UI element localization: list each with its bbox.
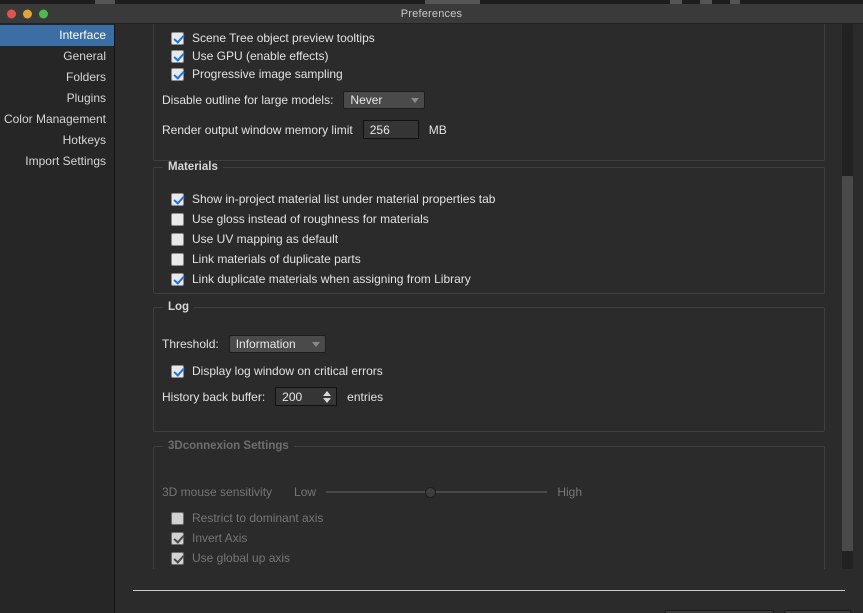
settings-content: Scene Tree object preview tooltips Use G… (115, 24, 863, 613)
slider-low-label: Low (294, 485, 317, 499)
traffic-lights[interactable] (7, 9, 48, 18)
sidebar-item-hotkeys[interactable]: Hotkeys (0, 130, 114, 151)
window-title: Preferences (400, 7, 463, 20)
footer-separator (133, 590, 845, 591)
sidebar: Interface General Folders Plugins Color … (0, 24, 115, 613)
outline-setting-label: Disable outline for large models: (162, 93, 334, 107)
checkbox-row-link-library-materials[interactable]: Link duplicate materials when assigning … (171, 272, 471, 286)
checkbox-label: Scene Tree object preview tooltips (192, 31, 375, 45)
checkbox-restrict-dominant-axis[interactable] (171, 511, 184, 525)
checkbox-scene-tree-tooltips[interactable] (171, 31, 184, 45)
checkbox-row-use-gpu[interactable]: Use GPU (enable effects) (171, 49, 329, 63)
sidebar-item-color-management[interactable]: Color Management (0, 109, 114, 130)
vertical-scrollbar[interactable] (842, 24, 853, 569)
checkbox-row-link-duplicate-parts[interactable]: Link materials of duplicate parts (171, 252, 361, 266)
log-threshold-row: Threshold: Information (162, 335, 326, 353)
title-bar: Preferences (0, 4, 863, 24)
sidebar-item-folders[interactable]: Folders (0, 67, 114, 88)
checkbox-row-use-global-up-axis[interactable]: Use global up axis (171, 551, 290, 565)
checkbox-row-invert-axis[interactable]: Invert Axis (171, 531, 247, 545)
history-buffer-label: History back buffer: (162, 389, 266, 404)
sidebar-item-general[interactable]: General (0, 46, 114, 67)
memory-limit-unit: MB (428, 122, 447, 137)
chevron-down-icon (311, 342, 320, 347)
outline-setting-dropdown[interactable]: Never (343, 91, 426, 109)
checkbox-label: Invert Axis (192, 531, 248, 545)
slider-handle[interactable] (424, 486, 436, 498)
log-threshold-dropdown[interactable]: Information (228, 335, 326, 353)
log-threshold-value: Information (235, 337, 296, 351)
sidebar-item-import-settings[interactable]: Import Settings (0, 151, 114, 172)
memory-limit-value: 256 (369, 122, 390, 137)
memory-limit-row: Render output window memory limit 256 MB (162, 120, 447, 139)
memory-limit-label: Render output window memory limit (162, 122, 353, 137)
chevron-up-icon[interactable] (323, 390, 332, 396)
checkbox-label: Show in-project material list under mate… (192, 192, 496, 206)
checkbox-label: Use GPU (enable effects) (192, 49, 329, 63)
close-button-icon[interactable] (7, 9, 16, 18)
log-threshold-label: Threshold: (162, 337, 219, 351)
materials-group: Materials Show in-project material list … (153, 161, 825, 294)
display-group: Scene Tree object preview tooltips Use G… (153, 24, 825, 161)
chevron-down-icon[interactable] (323, 397, 332, 403)
history-buffer-stepper[interactable]: 200 (275, 387, 338, 406)
stepper-arrows[interactable] (323, 390, 332, 403)
checkbox-label: Use UV mapping as default (192, 232, 339, 246)
history-buffer-unit: entries (347, 389, 384, 404)
checkbox-uv-mapping[interactable] (171, 232, 184, 246)
checkbox-progressive-sampling[interactable] (171, 67, 184, 81)
checkbox-use-gloss[interactable] (171, 212, 184, 226)
checkbox-label: Restrict to dominant axis (192, 511, 324, 525)
checkbox-row-show-material-list[interactable]: Show in-project material list under mate… (171, 192, 495, 206)
checkbox-link-library-materials[interactable] (171, 272, 184, 286)
log-group: Log Threshold: Information Display log w… (153, 301, 825, 432)
checkbox-invert-axis[interactable] (171, 531, 184, 545)
checkbox-display-log-window[interactable] (171, 364, 184, 378)
checkbox-row-use-gloss[interactable]: Use gloss instead of roughness for mater… (171, 212, 429, 226)
connexion-group-title: 3Dconnexion Settings (163, 440, 294, 452)
checkbox-row-progressive-sampling[interactable]: Progressive image sampling (171, 67, 343, 81)
checkbox-label: Link duplicate materials when assigning … (192, 272, 471, 286)
connexion-group: 3Dconnexion Settings 3D mouse sensitivit… (153, 440, 825, 569)
settings-scroll-area: Scene Tree object preview tooltips Use G… (115, 24, 830, 569)
sidebar-item-interface[interactable]: Interface (0, 25, 114, 46)
checkbox-label: Link materials of duplicate parts (192, 252, 361, 266)
memory-limit-input[interactable]: 256 (362, 120, 419, 139)
checkbox-label: Use gloss instead of roughness for mater… (192, 212, 429, 226)
outline-setting-value: Never (350, 93, 383, 107)
checkbox-row-display-log-window[interactable]: Display log window on critical errors (171, 364, 383, 378)
mouse-sensitivity-label: 3D mouse sensitivity (162, 485, 273, 499)
outline-setting-row: Disable outline for large models: Never (162, 91, 426, 109)
checkbox-show-material-list[interactable] (171, 192, 184, 206)
sidebar-item-plugins[interactable]: Plugins (0, 88, 114, 109)
checkbox-label: Use global up axis (192, 551, 291, 565)
slider-high-label: High (557, 485, 582, 499)
history-buffer-value: 200 (282, 389, 303, 404)
zoom-button-icon[interactable] (39, 9, 48, 18)
minimize-button-icon[interactable] (23, 9, 32, 18)
checkbox-use-gpu[interactable] (171, 49, 184, 63)
preferences-window: Preferences Interface General Folders Pl… (0, 0, 863, 613)
history-buffer-row: History back buffer: 200 entries (162, 387, 383, 406)
materials-group-title: Materials (163, 161, 223, 173)
checkbox-label: Display log window on critical errors (192, 364, 383, 378)
log-group-title: Log (163, 301, 195, 313)
checkbox-row-uv-mapping[interactable]: Use UV mapping as default (171, 232, 338, 246)
checkbox-row-restrict-dominant-axis[interactable]: Restrict to dominant axis (171, 511, 323, 525)
checkbox-row-scene-tree-tooltips[interactable]: Scene Tree object preview tooltips (171, 31, 375, 45)
scrollbar-thumb[interactable] (842, 176, 853, 551)
chevron-down-icon (411, 98, 420, 103)
checkbox-link-duplicate-parts[interactable] (171, 252, 184, 266)
mouse-sensitivity-slider[interactable] (326, 486, 548, 498)
mouse-sensitivity-row: 3D mouse sensitivity Low High (162, 485, 582, 499)
checkbox-use-global-up-axis[interactable] (171, 551, 184, 565)
checkbox-label: Progressive image sampling (192, 67, 343, 81)
